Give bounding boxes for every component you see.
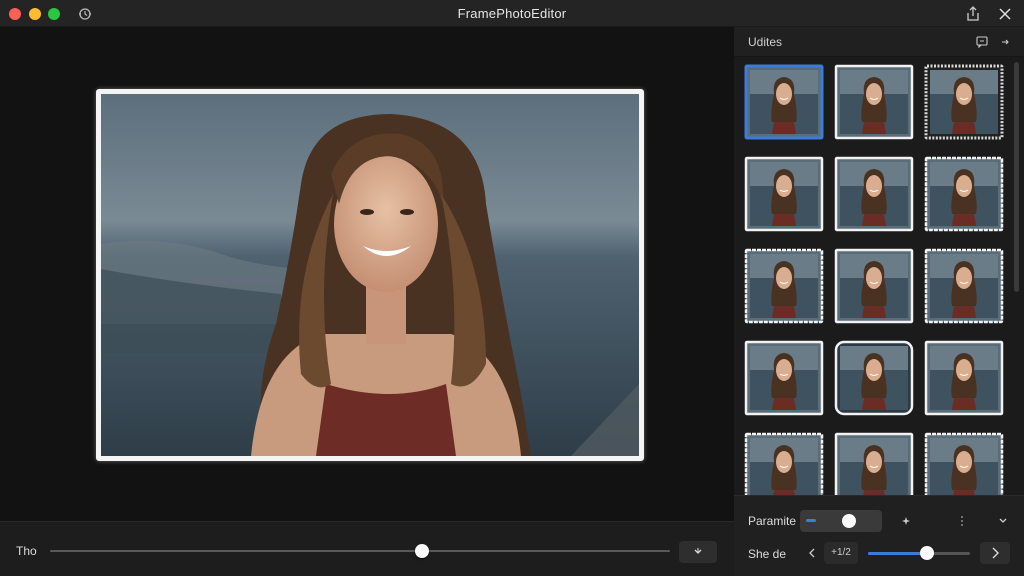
frame-thumbnail[interactable]	[924, 64, 1004, 140]
toggle-fill	[806, 519, 816, 522]
chevron-right-icon	[992, 547, 999, 559]
bottom-toolbar: Tho	[0, 521, 734, 576]
frame-thumbnail[interactable]	[834, 248, 914, 324]
frames-panel-header: Udites	[734, 27, 1024, 57]
share-icon[interactable]	[964, 5, 982, 23]
frame-thumbnail[interactable]	[834, 64, 914, 140]
shade-slider-knob[interactable]	[920, 546, 935, 560]
frame-thumbnail[interactable]	[834, 340, 914, 416]
chevron-down-icon	[694, 548, 702, 554]
shade-slider-fill	[868, 552, 928, 555]
parameter-toggle[interactable]	[800, 510, 882, 532]
frame-thumbnail[interactable]	[924, 248, 1004, 324]
frame-thumbnail[interactable]	[744, 340, 824, 416]
more-icon[interactable]	[956, 515, 968, 527]
arrow-left-icon[interactable]	[806, 547, 818, 559]
frame-thumbnail[interactable]	[924, 156, 1004, 232]
framed-photo[interactable]	[96, 89, 644, 461]
canvas-area	[0, 27, 734, 521]
shade-value[interactable]: +1/2	[824, 542, 858, 564]
bottom-slider-knob[interactable]	[415, 544, 429, 558]
comment-icon[interactable]	[976, 36, 988, 48]
parameters-panel: Paramite She de +1/2	[734, 495, 1024, 576]
shade-slider-track[interactable]	[868, 552, 970, 555]
bottom-slider-track[interactable]	[50, 550, 670, 552]
collapse-icon[interactable]	[1000, 36, 1012, 48]
frame-thumbnail[interactable]	[924, 340, 1004, 416]
toggle-knob	[842, 514, 856, 528]
shade-label: She de	[748, 547, 787, 561]
frames-panel-title: Udites	[748, 35, 783, 49]
parameter-label: Paramite	[748, 514, 797, 528]
sparkle-icon[interactable]	[900, 515, 912, 527]
bottom-slider-label: Tho	[16, 544, 37, 558]
window-title: FramePhotoEditor	[457, 6, 567, 21]
chevron-down-icon[interactable]	[997, 515, 1009, 527]
frame-thumbnail[interactable]	[744, 64, 824, 140]
frame-thumbnail[interactable]	[744, 248, 824, 324]
frames-scrollbar[interactable]	[1014, 62, 1019, 292]
frame-thumbnail[interactable]	[744, 156, 824, 232]
frames-panel: Udites	[734, 27, 1024, 508]
title-bar: FramePhotoEditor	[0, 0, 1024, 27]
dropdown-button[interactable]	[679, 541, 717, 563]
close-icon[interactable]	[996, 5, 1014, 23]
next-button[interactable]	[980, 542, 1010, 564]
frame-thumbnail[interactable]	[834, 156, 914, 232]
portrait-photo	[101, 94, 639, 456]
